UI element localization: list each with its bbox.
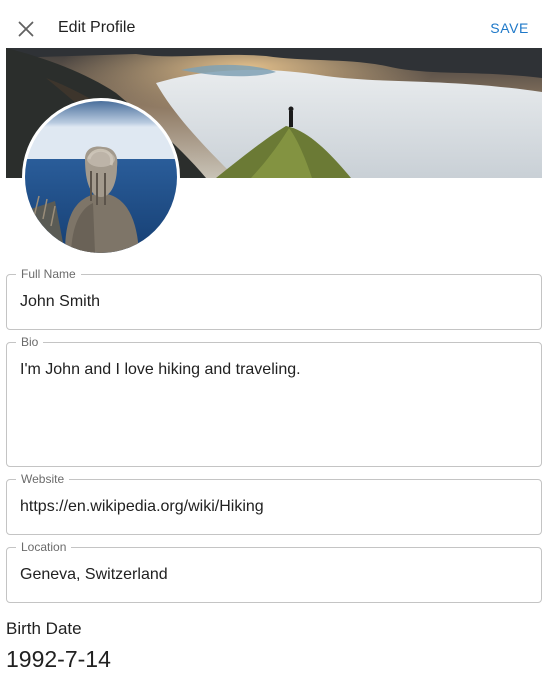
avatar-image [25,101,177,253]
close-icon [18,21,34,37]
full-name-label: Full Name [16,267,81,281]
birth-date-label: Birth Date [6,619,82,638]
website-input[interactable]: https://en.wikipedia.org/wiki/Hiking [20,498,264,516]
save-button[interactable]: SAVE [490,20,529,36]
location-field[interactable]: Location Geneva, Switzerland [6,540,542,603]
location-input[interactable]: Geneva, Switzerland [20,566,168,584]
location-label: Location [16,540,72,554]
birth-date-value[interactable]: 1992-7-14 [6,646,111,673]
page-title: Edit Profile [58,19,136,36]
avatar[interactable] [22,98,180,256]
bio-field[interactable]: Bio I'm John and I love hiking and trave… [6,335,542,467]
full-name-input[interactable]: John Smith [20,293,100,311]
close-button[interactable] [14,17,38,41]
bio-textarea[interactable]: I'm John and I love hiking and traveling… [20,361,301,379]
full-name-field[interactable]: Full Name John Smith [6,267,542,330]
website-label: Website [16,472,70,486]
website-field[interactable]: Website https://en.wikipedia.org/wiki/Hi… [6,472,542,535]
bio-label: Bio [16,335,44,349]
